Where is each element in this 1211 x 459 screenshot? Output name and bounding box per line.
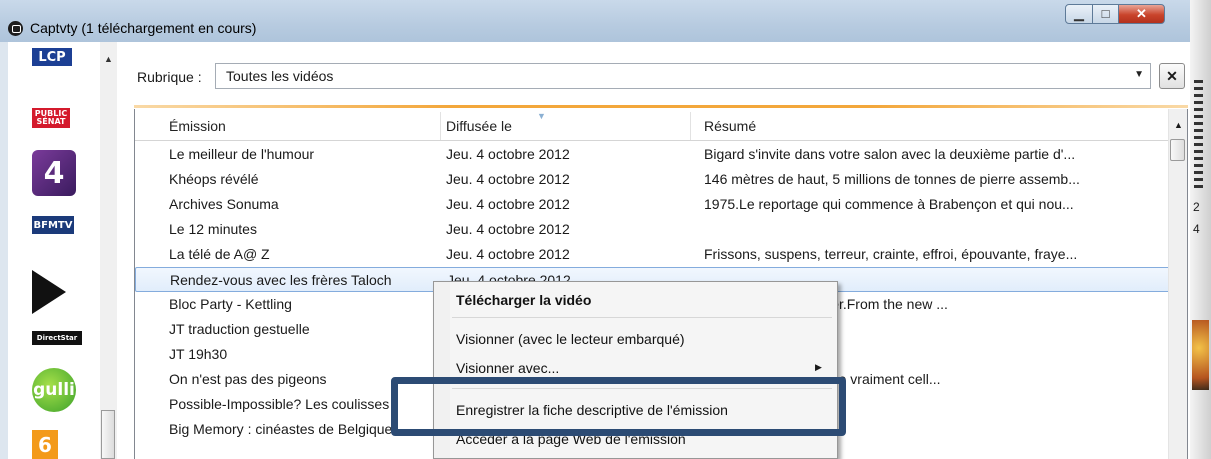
channel-gulli-logo[interactable]: gulli (32, 368, 76, 412)
channel-bfmtv-logo[interactable]: BFMTV (32, 216, 74, 234)
app-icon (8, 21, 23, 36)
scroll-up-icon[interactable]: ▲ (1174, 120, 1183, 130)
menu-item-watch-with[interactable]: Visionner avec... (456, 360, 559, 376)
progress-accent-bar (134, 105, 1188, 108)
cell-emission: Rendez-vous avec les frères Taloch (170, 272, 392, 288)
table-header: Émission ▼ Diffusée le Résumé (135, 111, 1171, 141)
cell-emission: Archives Sonuma (169, 196, 279, 212)
rubrique-value: Toutes les vidéos (226, 68, 334, 84)
cell-resume: Bigard s'invite dans votre salon avec la… (704, 146, 1076, 162)
column-divider[interactable] (690, 112, 691, 140)
channel-lcp-logo[interactable]: LCP (32, 48, 72, 66)
menu-item-download[interactable]: Télécharger la vidéo (456, 292, 591, 308)
channel-directstar-logo[interactable]: DirectStar (32, 331, 82, 345)
channel-list: LCP PUBLIC SÉNAT 4 BFMTV DirectStar gull… (8, 42, 108, 459)
table-row[interactable]: Khéops révélé Jeu. 4 octobre 2012 146 mètr… (135, 167, 1171, 192)
table-row[interactable]: Le meilleur de l'humour Jeu. 4 octobre 20… (135, 142, 1171, 167)
background-text: 4 (1193, 222, 1200, 236)
channel-scroll-thumb[interactable] (101, 410, 115, 459)
cell-resume: 1975.Le reportage qui commence à Brabenç… (704, 196, 1074, 212)
minimize-button[interactable]: ▁ (1065, 4, 1093, 24)
cell-resume: 146 mètres de haut, 5 millions de tonnes… (704, 171, 1080, 187)
clear-filter-button[interactable]: ✕ (1159, 63, 1185, 89)
cell-emission: Le meilleur de l'humour (169, 146, 315, 162)
title-bar: Captvty (1 téléchargement en cours) ▁ □ … (0, 0, 1190, 42)
cell-diffusee: Jeu. 4 octobre 2012 (446, 146, 570, 162)
cell-emission: Khéops révélé (169, 171, 259, 187)
cell-diffusee: Jeu. 4 octobre 2012 (446, 246, 570, 262)
menu-separator (452, 317, 832, 318)
menu-item-watch-embedded[interactable]: Visionner (avec le lecteur embarqué) (456, 331, 685, 347)
chevron-down-icon[interactable]: ▼ (1134, 69, 1144, 80)
column-divider[interactable] (440, 112, 441, 140)
background-pattern (1194, 80, 1203, 190)
annotation-highlight-box (391, 377, 846, 436)
channel-france4-logo[interactable]: 4 (32, 150, 76, 196)
submenu-arrow-icon: ▶ (815, 362, 822, 372)
background-window-edge: 2 4 (1190, 0, 1211, 459)
cell-emission: JT 19h30 (169, 346, 228, 362)
cell-diffusee: Jeu. 4 octobre 2012 (446, 221, 570, 237)
cell-emission: JT traduction gestuelle (169, 321, 310, 337)
table-scrollbar[interactable]: ▲ ▼ (1168, 109, 1187, 459)
scroll-up-icon[interactable]: ▲ (104, 54, 113, 64)
window-title: Captvty (1 téléchargement en cours) (30, 20, 257, 36)
table-row[interactable]: La télé de A@ Z Jeu. 4 octobre 2012 Frisso… (135, 242, 1171, 267)
table-row[interactable]: Archives Sonuma Jeu. 4 octobre 2012 1975.L… (135, 192, 1171, 217)
rubrique-select[interactable]: Toutes les vidéos ▼ (215, 63, 1151, 89)
sort-arrow-icon: ▼ (537, 111, 546, 121)
close-button[interactable]: ✕ (1118, 4, 1165, 24)
channel-itele-logo[interactable] (32, 270, 66, 314)
background-image (1192, 320, 1209, 390)
column-header-resume[interactable]: Résumé (704, 118, 756, 134)
channel-6ter-logo[interactable]: 6 (32, 430, 58, 459)
rubrique-label: Rubrique : (137, 69, 202, 85)
column-header-emission[interactable]: Émission (169, 118, 226, 134)
background-text: 2 (1193, 200, 1200, 214)
maximize-button[interactable]: □ (1092, 4, 1119, 24)
table-row[interactable]: Le 12 minutes Jeu. 4 octobre 2012 (135, 217, 1171, 242)
cell-diffusee: Jeu. 4 octobre 2012 (446, 196, 570, 212)
channel-scrollbar[interactable]: ▲ (100, 42, 117, 459)
column-header-diffusee[interactable]: Diffusée le (446, 118, 512, 134)
cell-resume: Frissons, suspens, terreur, crainte, eff… (704, 246, 1078, 262)
cell-diffusee: Jeu. 4 octobre 2012 (446, 171, 570, 187)
cell-emission: Bloc Party - Kettling (169, 296, 292, 312)
table-scroll-thumb[interactable] (1170, 139, 1185, 161)
cell-emission: Le 12 minutes (169, 221, 257, 237)
channel-public-senat-logo[interactable]: PUBLIC SÉNAT (32, 108, 70, 128)
cell-emission: La télé de A@ Z (169, 246, 270, 262)
